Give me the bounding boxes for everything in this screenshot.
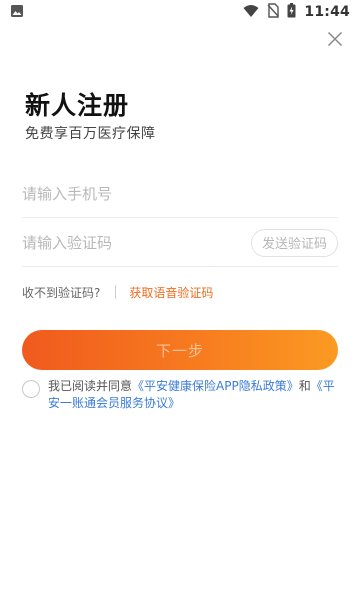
status-bar-right: 11:44 <box>243 2 350 22</box>
status-time: 11:44 <box>304 4 350 20</box>
agreement-row: 我已阅读并同意《平安健康保险APP隐私政策》和《平安一账通会员服务协议》 <box>22 378 342 412</box>
agreement-prefix: 我已阅读并同意 <box>48 379 133 393</box>
phone-input[interactable] <box>22 184 232 203</box>
send-code-button[interactable]: 发送验证码 <box>250 228 338 257</box>
privacy-policy-link[interactable]: 《平安健康保险APP隐私政策》 <box>132 379 299 393</box>
close-button[interactable] <box>324 30 346 52</box>
help-row: 收不到验证码? 获取语音验证码 <box>22 282 213 302</box>
page-subtitle: 免费享百万医疗保障 <box>25 126 156 142</box>
agreement-conjunction: 和 <box>298 379 311 393</box>
no-sim-icon <box>267 2 280 22</box>
phone-field <box>22 170 338 218</box>
divider <box>115 285 117 299</box>
agreement-checkbox[interactable] <box>22 380 40 398</box>
not-received-text: 收不到验证码? <box>22 285 101 300</box>
agreement-text: 我已阅读并同意《平安健康保险APP隐私政策》和《平安一账通会员服务协议》 <box>48 378 340 412</box>
close-icon <box>327 31 343 51</box>
next-button[interactable]: 下一步 <box>22 330 338 370</box>
code-field: 发送验证码 <box>22 219 338 267</box>
voice-code-link[interactable]: 获取语音验证码 <box>129 284 213 301</box>
wifi-icon <box>243 3 259 22</box>
code-input[interactable] <box>22 233 232 252</box>
status-bar: 11:44 <box>0 0 360 24</box>
page-title: 新人注册 <box>25 91 130 120</box>
status-bar-left <box>10 3 24 22</box>
battery-charging-icon <box>287 2 296 22</box>
image-icon <box>10 3 24 22</box>
